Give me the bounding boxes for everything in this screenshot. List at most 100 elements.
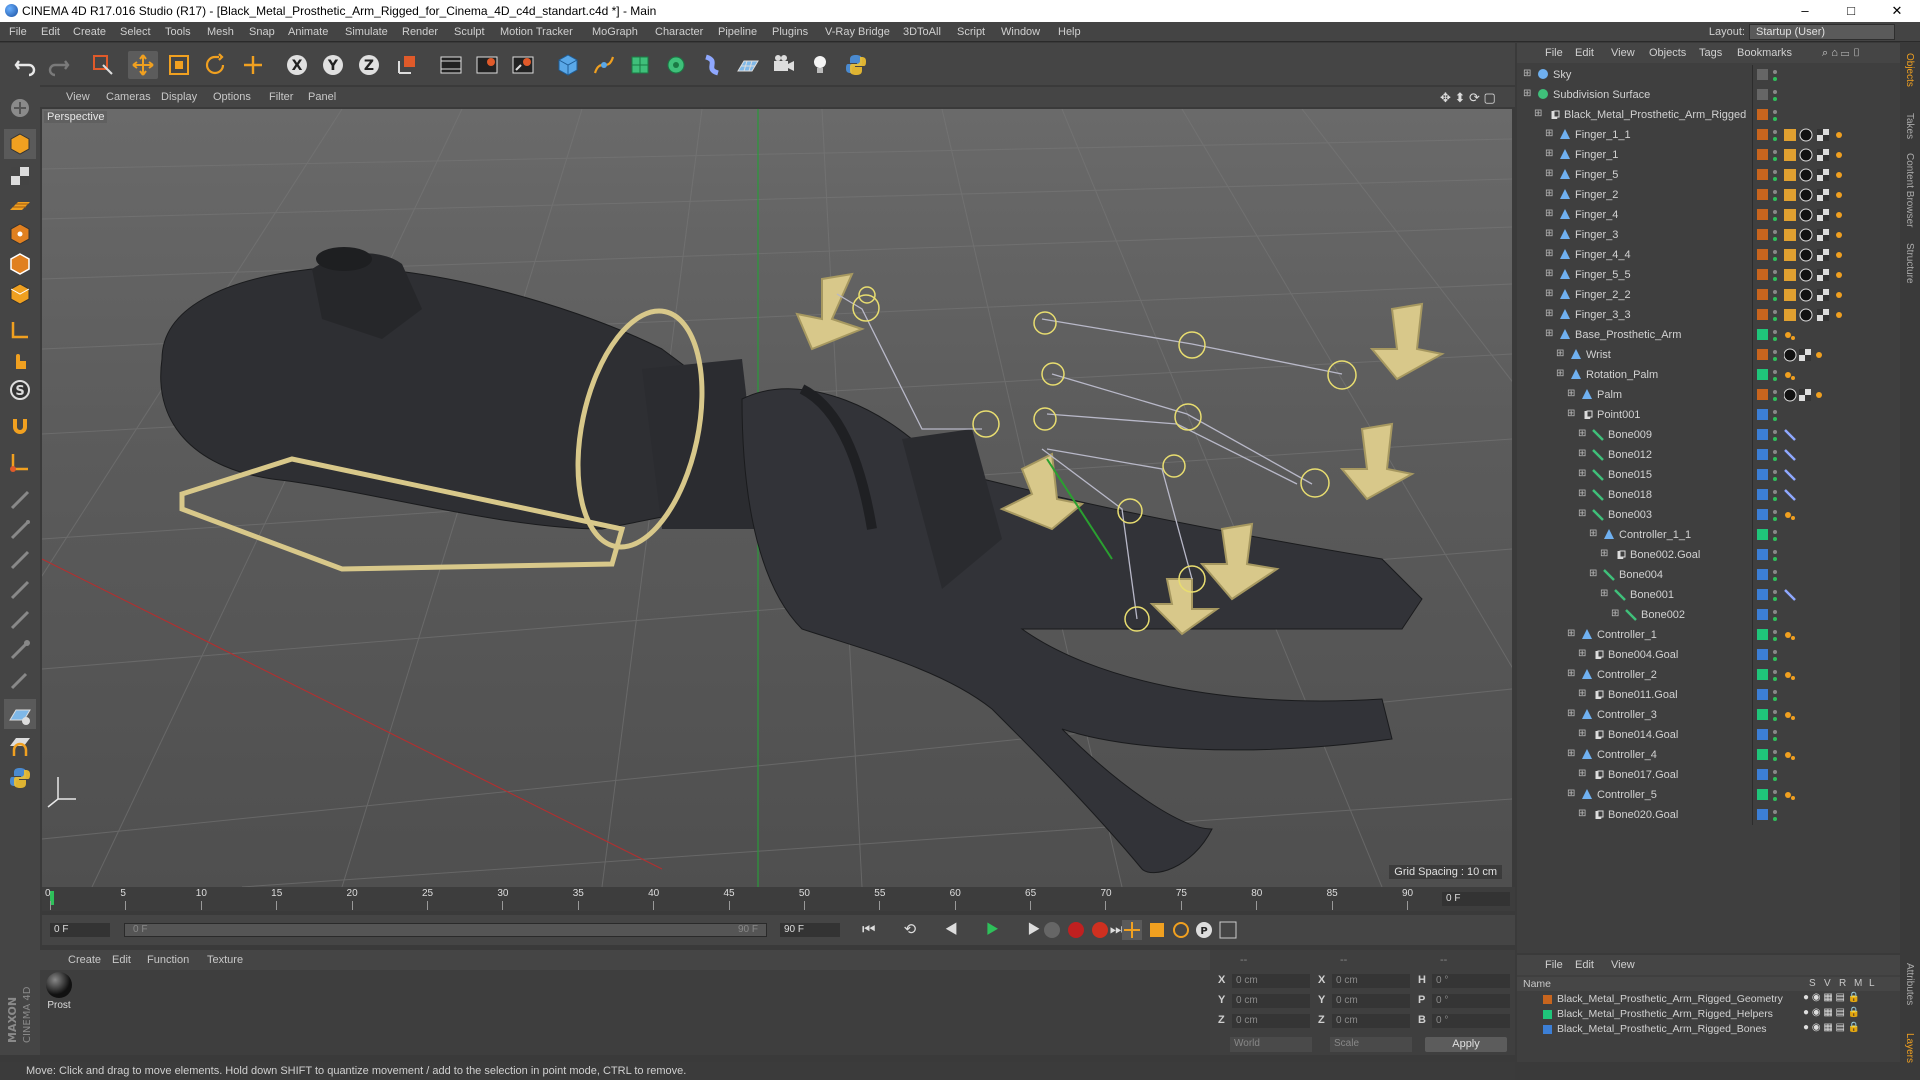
tags-icon[interactable]	[1783, 388, 1848, 405]
layer-color-swatch[interactable]	[1757, 289, 1768, 300]
render-visibility-dot[interactable]	[1773, 517, 1777, 521]
material-swatch[interactable]: Prost	[44, 972, 74, 1016]
tab-content-browser[interactable]: Content Browser	[1904, 153, 1915, 227]
size-x-field[interactable]: 0 cm	[1332, 974, 1410, 988]
edit-render-settings-icon[interactable]	[508, 51, 538, 79]
object-row[interactable]: ⊞ Bone002	[1517, 605, 1900, 625]
expand-toggle-icon[interactable]: ⊞	[1567, 408, 1575, 419]
polygons-mode-icon[interactable]	[4, 279, 36, 309]
bone-tag-icon[interactable]	[1784, 488, 1848, 505]
object-row[interactable]: ⊞ Base_Prosthetic_Arm	[1517, 325, 1900, 345]
object-row[interactable]: ⊞ L Bone011.Goal	[1517, 685, 1900, 705]
menu-file[interactable]: File	[9, 26, 27, 38]
render-visibility-dot[interactable]	[1773, 457, 1777, 461]
bone-tag-icon[interactable]	[1784, 428, 1848, 445]
lm-menu-edit[interactable]: Edit	[1575, 959, 1594, 971]
object-row[interactable]: ⊞ L Bone020.Goal	[1517, 805, 1900, 825]
bone-tool-5-icon[interactable]	[4, 605, 36, 635]
expand-toggle-icon[interactable]: ⊞	[1545, 328, 1553, 339]
cube-icon[interactable]	[553, 51, 583, 79]
editor-visibility-dot[interactable]	[1773, 170, 1777, 174]
expand-toggle-icon[interactable]: ⊞	[1556, 368, 1564, 379]
render-picture-viewer-icon[interactable]	[472, 51, 502, 79]
layer-color-swatch[interactable]	[1757, 249, 1768, 260]
rotation-b-field[interactable]: 0 °	[1432, 1014, 1510, 1028]
ik-tag-icon[interactable]	[1784, 628, 1848, 645]
layer-row[interactable]: Black_Metal_Prosthetic_Arm_Rigged_Helper…	[1517, 1007, 1900, 1022]
ik-tag-icon[interactable]	[1784, 508, 1848, 525]
object-row[interactable]: ⊞ L Bone004.Goal	[1517, 645, 1900, 665]
object-row[interactable]: ⊞ Controller_3	[1517, 705, 1900, 725]
timeline-ruler[interactable]: 0 5 10 15 20 25 30 35 40 45 50 55 60 65 70 75 80 85 90 0 F	[42, 887, 1515, 911]
menu-tools[interactable]: Tools	[165, 26, 191, 38]
tags-icon[interactable]	[1784, 148, 1848, 165]
layer-color-swatch[interactable]	[1757, 809, 1768, 820]
object-row[interactable]: ⊞ Bone003	[1517, 505, 1900, 525]
editor-visibility-dot[interactable]	[1773, 710, 1777, 714]
start-frame-field[interactable]: 0 F	[50, 923, 110, 937]
editor-visibility-dot[interactable]	[1773, 470, 1777, 474]
layer-color-swatch[interactable]	[1757, 629, 1768, 640]
render-visibility-dot[interactable]	[1773, 537, 1777, 541]
floor-icon[interactable]	[733, 51, 763, 79]
close-button[interactable]: ✕	[1874, 0, 1920, 22]
render-visibility-dot[interactable]	[1773, 197, 1777, 201]
coordinate-system-icon[interactable]	[392, 51, 422, 79]
object-row[interactable]: ⊞ Controller_2	[1517, 665, 1900, 685]
mat-menu-texture[interactable]: Texture	[207, 954, 243, 966]
layer-color-swatch[interactable]	[1757, 269, 1768, 280]
ik-tag-icon[interactable]	[1784, 748, 1848, 765]
object-row[interactable]: ⊞ Finger_4	[1517, 205, 1900, 225]
tags-icon[interactable]	[1784, 288, 1848, 305]
menu-sculpt[interactable]: Sculpt	[454, 26, 485, 38]
tags-icon[interactable]	[1784, 188, 1848, 205]
render-visibility-dot[interactable]	[1773, 317, 1777, 321]
layer-color-swatch[interactable]	[1757, 489, 1768, 500]
render-visibility-dot[interactable]	[1773, 297, 1777, 301]
layer-color-swatch[interactable]	[1757, 89, 1768, 100]
layer-color-swatch[interactable]	[1757, 669, 1768, 680]
joint-tool-icon[interactable]	[4, 447, 36, 477]
maximize-button[interactable]: □	[1828, 0, 1874, 22]
layer-color-swatch[interactable]	[1757, 129, 1768, 140]
menu-animate[interactable]: Animate	[288, 26, 328, 38]
editor-visibility-dot[interactable]	[1773, 310, 1777, 314]
object-row[interactable]: ⊞ Subdivision Surface	[1517, 85, 1900, 105]
menu-create[interactable]: Create	[73, 26, 106, 38]
layer-color-swatch[interactable]	[1757, 429, 1768, 440]
render-visibility-dot[interactable]	[1773, 117, 1777, 121]
editor-visibility-dot[interactable]	[1773, 810, 1777, 814]
mat-menu-create[interactable]: Create	[68, 954, 101, 966]
menu-help[interactable]: Help	[1058, 26, 1081, 38]
editor-visibility-dot[interactable]	[1773, 590, 1777, 594]
expand-toggle-icon[interactable]: ⊞	[1578, 428, 1586, 439]
viewport-menu-panel[interactable]: Panel	[308, 91, 336, 103]
position-z-field[interactable]: 0 cm	[1232, 1014, 1310, 1028]
expand-toggle-icon[interactable]: ⊞	[1534, 108, 1542, 119]
render-visibility-dot[interactable]	[1773, 657, 1777, 661]
apply-button[interactable]: Apply	[1425, 1037, 1507, 1052]
tags-icon[interactable]	[1784, 208, 1848, 225]
editor-visibility-dot[interactable]	[1773, 130, 1777, 134]
layer-toggles[interactable]: ● ◉ ▦ ▤ 🔒	[1803, 1007, 1860, 1018]
tags-icon[interactable]	[1784, 168, 1848, 185]
last-tool-icon[interactable]	[238, 51, 268, 79]
expand-toggle-icon[interactable]: ⊞	[1578, 468, 1586, 479]
expand-toggle-icon[interactable]: ⊞	[1578, 728, 1586, 739]
layer-color-swatch[interactable]	[1757, 769, 1768, 780]
layer-color-swatch[interactable]	[1757, 709, 1768, 720]
mat-menu-function[interactable]: Function	[147, 954, 189, 966]
editor-visibility-dot[interactable]	[1773, 70, 1777, 74]
array-icon[interactable]	[661, 51, 691, 79]
render-visibility-dot[interactable]	[1773, 477, 1777, 481]
expand-toggle-icon[interactable]: ⊞	[1545, 248, 1553, 259]
undo-icon[interactable]	[10, 51, 40, 79]
expand-toggle-icon[interactable]: ⊞	[1578, 808, 1586, 819]
scale-mode-dropdown[interactable]: Scale	[1330, 1037, 1412, 1052]
editor-visibility-dot[interactable]	[1773, 530, 1777, 534]
render-visibility-dot[interactable]	[1773, 357, 1777, 361]
workplane-mode-icon[interactable]	[4, 191, 36, 221]
object-row[interactable]: ⊞ Rotation_Palm	[1517, 365, 1900, 385]
render-visibility-dot[interactable]	[1773, 377, 1777, 381]
layer-color-swatch[interactable]	[1757, 329, 1768, 340]
